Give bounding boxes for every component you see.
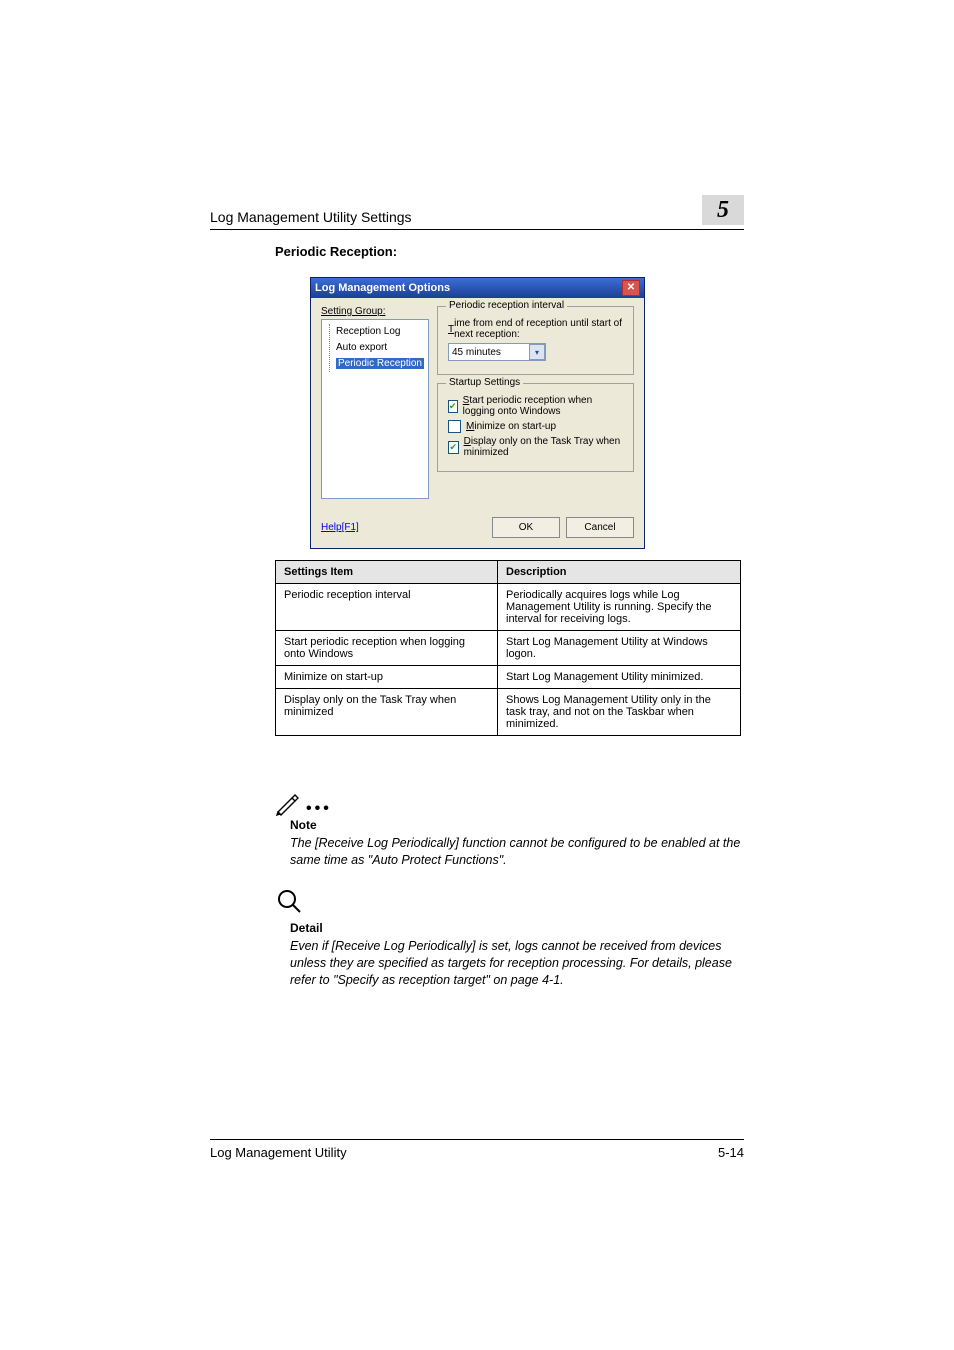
detail-body: Even if [Receive Log Periodically] is se… xyxy=(290,938,742,989)
col-header-item: Settings Item xyxy=(276,561,498,584)
help-link[interactable]: Help[F1] xyxy=(321,522,359,533)
running-title: Log Management Utility Settings xyxy=(210,209,702,225)
chevron-down-icon[interactable]: ▾ xyxy=(529,344,545,360)
note-label: Note xyxy=(290,818,317,832)
checkbox-unchecked-icon[interactable] xyxy=(448,420,461,433)
time-interval-label: Time from end of reception until start o… xyxy=(448,318,623,340)
tree-item-periodic-reception[interactable]: Periodic Reception xyxy=(336,358,424,369)
checkbox-checked-icon[interactable]: ✔ xyxy=(448,441,459,454)
table-header-row: Settings Item Description xyxy=(276,561,741,584)
table-row: Periodic reception interval Periodically… xyxy=(276,584,741,631)
table-row: Start periodic reception when logging on… xyxy=(276,631,741,666)
tree-item-reception-log[interactable]: Reception Log xyxy=(336,324,424,340)
page-footer: Log Management Utility 5-14 xyxy=(210,1139,744,1160)
dropdown-value: 45 minutes xyxy=(452,347,501,358)
footer-page-number: 5-14 xyxy=(718,1145,744,1160)
setting-group-tree[interactable]: Reception Log Auto export Periodic Recep… xyxy=(321,319,429,499)
periodic-reception-interval-group: Periodic reception interval Time from en… xyxy=(437,306,634,375)
fieldset-legend: Startup Settings xyxy=(446,377,523,388)
ellipsis-icon: ••• xyxy=(306,800,332,818)
detail-label: Detail xyxy=(290,921,323,935)
chapter-number: 5 xyxy=(717,197,729,224)
dialog-titlebar: Log Management Options ✕ xyxy=(311,278,644,298)
table-row: Display only on the Task Tray when minim… xyxy=(276,689,741,736)
start-on-logon-checkbox-row[interactable]: ✔ Start periodic reception when logging … xyxy=(448,395,623,417)
task-tray-only-checkbox-row[interactable]: ✔ Display only on the Task Tray when min… xyxy=(448,436,623,458)
tree-item-auto-export[interactable]: Auto export xyxy=(336,340,424,356)
note-body: The [Receive Log Periodically] function … xyxy=(290,835,742,869)
dialog-title: Log Management Options xyxy=(315,282,450,294)
section-heading: Periodic Reception: xyxy=(275,244,397,259)
cancel-button[interactable]: Cancel xyxy=(566,517,634,538)
settings-table: Settings Item Description Periodic recep… xyxy=(275,560,741,736)
pencil-icon xyxy=(275,790,301,816)
running-header: Log Management Utility Settings 5 xyxy=(210,195,744,230)
magnifier-icon xyxy=(276,888,304,916)
table-row: Minimize on start-up Start Log Managemen… xyxy=(276,666,741,689)
minimize-on-startup-checkbox-row[interactable]: Minimize on start-up xyxy=(448,420,623,433)
chapter-number-box: 5 xyxy=(702,195,744,225)
col-header-desc: Description xyxy=(498,561,741,584)
log-management-options-dialog: Log Management Options ✕ Setting Group: … xyxy=(310,277,645,549)
setting-group-label: Setting Group: xyxy=(321,306,385,317)
startup-settings-group: Startup Settings ✔ Start periodic recept… xyxy=(437,383,634,472)
checkbox-checked-icon[interactable]: ✔ xyxy=(448,400,458,413)
footer-left: Log Management Utility xyxy=(210,1145,347,1160)
fieldset-legend: Periodic reception interval xyxy=(446,300,567,311)
close-icon[interactable]: ✕ xyxy=(622,280,640,296)
time-interval-dropdown[interactable]: 45 minutes ▾ xyxy=(448,343,546,361)
ok-button[interactable]: OK xyxy=(492,517,560,538)
